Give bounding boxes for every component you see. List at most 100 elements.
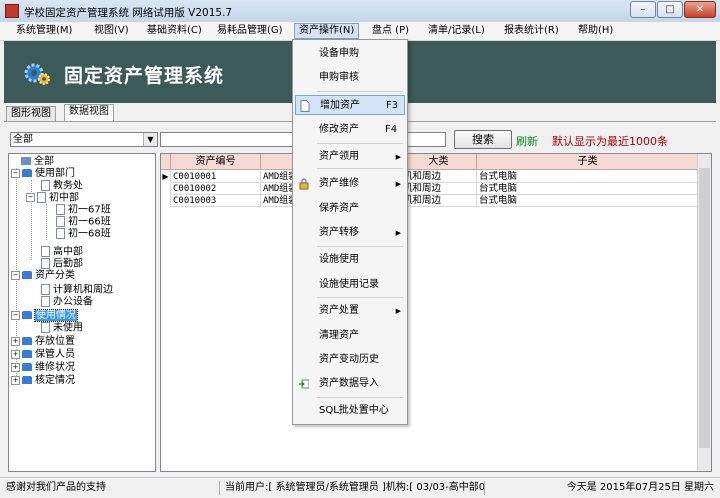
- menu-item-asset-transfer[interactable]: 资产转移 ▶: [295, 223, 405, 243]
- menu-item-asset-data-import[interactable]: 资产数据导入: [295, 374, 405, 394]
- menu-item-modify-asset[interactable]: 修改资产 F4: [295, 120, 405, 140]
- close-button[interactable]: ✕: [684, 1, 716, 18]
- tree-node-office-equipment[interactable]: 办公设备: [41, 296, 93, 308]
- expand-icon[interactable]: +: [11, 375, 20, 385]
- maximize-button[interactable]: □: [657, 1, 683, 18]
- table-row[interactable]: C0010003 AMD组装 机和周边 台式电脑: [161, 195, 711, 207]
- collapse-icon[interactable]: −: [11, 310, 20, 320]
- filter-select[interactable]: 全部 ▼: [10, 132, 158, 147]
- menu-inventory[interactable]: 盘点 (P): [370, 24, 411, 38]
- menu-item-add-asset[interactable]: 增加资产 F3: [295, 95, 405, 115]
- title-bar: 学校固定资产管理系统 网络试用版 V2015.7 – □ ✕: [0, 0, 720, 23]
- tree-node-class-66[interactable]: 初一66班: [56, 216, 111, 228]
- tree-node-verification[interactable]: + 核定情况: [11, 375, 75, 387]
- tree-node-asset-categories[interactable]: − 资产分类: [11, 270, 75, 282]
- menu-help[interactable]: 帮助(H): [576, 24, 615, 38]
- tree-node-class-68[interactable]: 初一68班: [56, 228, 111, 240]
- tree-node-label: 初中部: [49, 192, 79, 204]
- menu-item-maintain-asset[interactable]: 保养资产: [295, 199, 405, 219]
- cell-asset-id[interactable]: C0010003: [171, 195, 261, 207]
- cell-subcategory[interactable]: 台式电脑: [477, 195, 699, 207]
- scrollbar-thumb[interactable]: [699, 168, 710, 448]
- cell-asset-id[interactable]: C0010002: [171, 183, 261, 195]
- submenu-arrow-icon: ▶: [395, 307, 401, 315]
- tree-node-academic-office[interactable]: 教务处: [41, 180, 83, 192]
- tree-node-label: 办公设备: [53, 296, 93, 308]
- document-icon: [41, 284, 50, 295]
- tree-node-usage-status[interactable]: − 使用情况: [11, 309, 78, 322]
- tree-node-class-67[interactable]: 初一67班: [56, 204, 111, 216]
- main-window: 学校固定资产管理系统 网络试用版 V2015.7 – □ ✕ 系统管理(M) 视…: [0, 0, 720, 498]
- submenu-arrow-icon: ▶: [395, 153, 401, 161]
- tree-node-repair-status[interactable]: + 维修状况: [11, 362, 75, 374]
- collapse-icon[interactable]: −: [11, 168, 20, 178]
- tab-data-view[interactable]: 数据视图: [64, 104, 114, 121]
- cell-subcategory[interactable]: 台式电脑: [477, 171, 699, 183]
- refresh-link[interactable]: 刷新: [516, 133, 538, 149]
- minimize-button[interactable]: –: [630, 1, 656, 18]
- menu-consumables[interactable]: 易耗品管理(G): [215, 24, 285, 38]
- tab-graphic-view[interactable]: 图形视图: [6, 106, 56, 121]
- menu-separator: [317, 297, 403, 298]
- cell-category[interactable]: 机和周边: [401, 171, 477, 183]
- cell-category[interactable]: 机和周边: [401, 183, 477, 195]
- menu-item-asset-checkout[interactable]: 资产领用 ▶: [295, 147, 405, 167]
- collapse-icon[interactable]: −: [26, 193, 35, 202]
- menu-system[interactable]: 系统管理(M): [14, 24, 74, 38]
- grid-vertical-scrollbar[interactable]: [697, 154, 711, 471]
- tree-node-storage-location[interactable]: + 存放位置: [11, 336, 75, 348]
- menu-separator: [317, 246, 403, 247]
- expand-icon[interactable]: +: [11, 362, 20, 372]
- tree-node-label: 初一66班: [68, 216, 111, 228]
- tree-node-junior-high[interactable]: − 初中部: [26, 192, 79, 204]
- new-document-icon: [300, 100, 310, 112]
- table-row[interactable]: C0010002 AMD组装 机和周边 台式电脑: [161, 183, 711, 195]
- column-header-asset-id[interactable]: 资产编号: [171, 154, 261, 170]
- app-icon: [5, 4, 19, 18]
- chevron-down-icon[interactable]: ▼: [143, 133, 157, 146]
- tree-root-node[interactable]: 全部: [21, 156, 54, 168]
- menu-item-purchase-review[interactable]: 申购审核: [295, 68, 405, 88]
- menu-lists-records[interactable]: 清单/记录(L): [426, 24, 487, 38]
- cell-asset-id[interactable]: C0010001: [171, 171, 261, 183]
- import-icon: [299, 379, 309, 389]
- column-header-subcategory[interactable]: 子类: [477, 154, 699, 170]
- tree-node-custodians[interactable]: + 保管人员: [11, 349, 75, 361]
- tree-node-label: 未使用: [53, 322, 83, 334]
- menu-item-label: 资产变动历史: [319, 354, 379, 365]
- tree-node-label: 高中部: [53, 246, 83, 258]
- tree-node-label: 教务处: [53, 180, 83, 192]
- menu-view[interactable]: 视图(V): [92, 24, 131, 38]
- tree-node-label: 维修状况: [35, 362, 75, 373]
- document-icon: [56, 204, 65, 215]
- menu-item-asset-change-history[interactable]: 资产变动历史: [295, 350, 405, 370]
- menu-item-sql-batch-center[interactable]: SQL批处置中心: [295, 401, 405, 421]
- collapse-icon[interactable]: −: [11, 270, 20, 280]
- row-indicator: [161, 195, 171, 207]
- tree-node-senior-high[interactable]: 高中部: [41, 246, 83, 258]
- menu-item-facility-use[interactable]: 设施使用: [295, 250, 405, 270]
- tree-node-departments[interactable]: − 使用部门: [11, 168, 75, 180]
- cell-category[interactable]: 机和周边: [401, 195, 477, 207]
- table-row[interactable]: ▶ C0010001 AMD组装 机和周边 台式电脑: [161, 171, 711, 183]
- menu-item-label: 设施使用: [319, 254, 359, 265]
- search-button[interactable]: 搜索: [454, 130, 512, 149]
- network-icon: [21, 157, 31, 165]
- menu-item-equipment-purchase-request[interactable]: 设备申购: [295, 44, 405, 64]
- document-icon: [41, 322, 50, 333]
- expand-icon[interactable]: +: [11, 349, 20, 359]
- tree-node-unused[interactable]: 未使用: [41, 322, 83, 334]
- menu-item-asset-disposal[interactable]: 资产处置 ▶: [295, 301, 405, 321]
- tree-node-computers[interactable]: 计算机和周边: [41, 284, 113, 296]
- menu-asset-operations[interactable]: 资产操作(N): [294, 23, 360, 39]
- cell-subcategory[interactable]: 台式电脑: [477, 183, 699, 195]
- menu-item-clear-asset[interactable]: 清理资产: [295, 326, 405, 346]
- menu-reports[interactable]: 报表统计(R): [502, 24, 561, 38]
- menu-item-facility-use-records[interactable]: 设施使用记录: [295, 275, 405, 295]
- column-header-category[interactable]: 大类: [401, 154, 477, 170]
- menu-basic-data[interactable]: 基础资料(C): [145, 24, 204, 38]
- grid-header: 资产编号 大类 子类: [161, 154, 711, 170]
- expand-icon[interactable]: +: [11, 336, 20, 346]
- menu-item-asset-repair[interactable]: 资产维修 ▶: [295, 174, 405, 194]
- tree-node-logistics[interactable]: 后勤部: [41, 258, 83, 270]
